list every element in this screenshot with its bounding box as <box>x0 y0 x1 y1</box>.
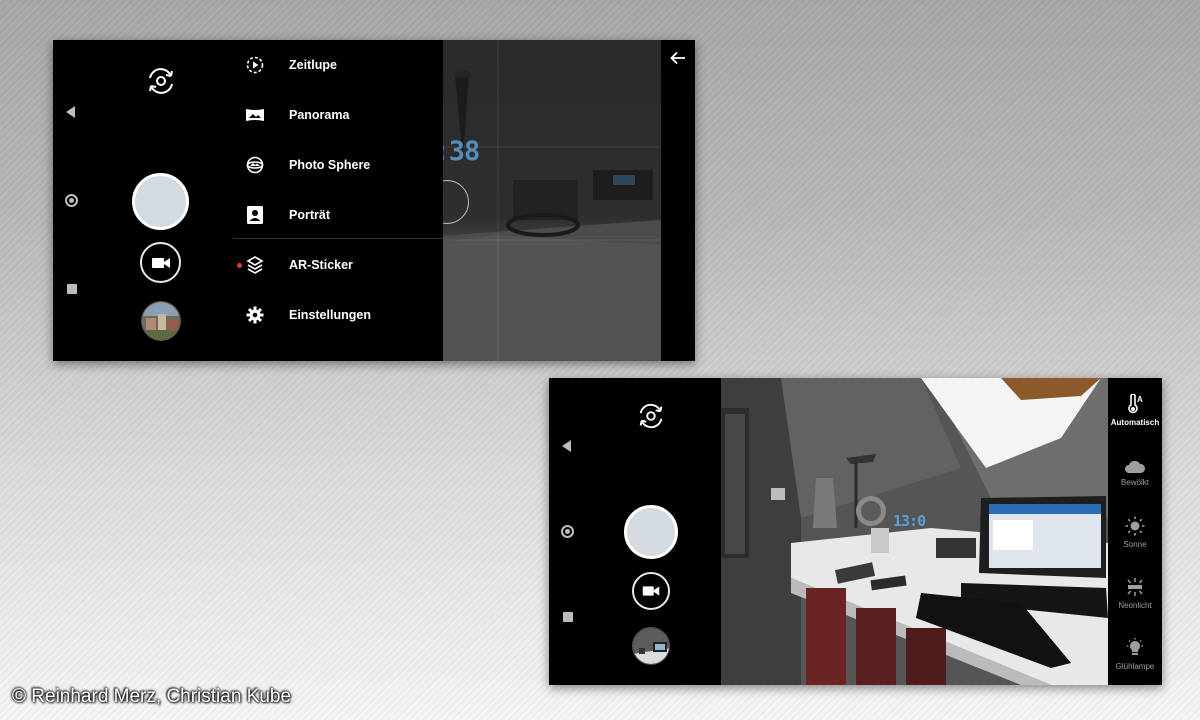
shutter-button[interactable] <box>132 173 189 230</box>
video-mode-button[interactable] <box>140 242 181 283</box>
nav-back-button[interactable] <box>66 106 75 118</box>
wb-label: Automatisch <box>1110 418 1160 427</box>
nav-home-button[interactable] <box>561 525 574 538</box>
nav-back-button[interactable] <box>562 440 571 452</box>
wb-option-fluorescent[interactable]: Neonlicht <box>1108 573 1162 623</box>
menu-item-label: AR-Sticker <box>289 258 353 272</box>
slow-motion-icon <box>245 55 265 75</box>
gallery-thumbnail[interactable] <box>632 627 670 665</box>
menu-item-label: Panorama <box>289 108 350 122</box>
viewfinder-scene <box>721 378 1108 685</box>
menu-item-label: Einstellungen <box>289 308 371 322</box>
menu-item-ar-sticker[interactable]: AR-Sticker <box>233 245 443 285</box>
photo-sphere-icon <box>245 155 265 175</box>
video-mode-button[interactable] <box>632 572 670 610</box>
viewfinder[interactable]: 13:0 <box>721 378 1108 685</box>
wb-label: Neonlicht <box>1118 601 1152 610</box>
menu-divider <box>233 238 443 239</box>
wb-option-sunny[interactable]: Sonne <box>1108 512 1162 562</box>
gallery-thumbnail[interactable] <box>141 301 181 341</box>
wb-label: Bewölkt <box>1120 478 1149 487</box>
videocam-icon <box>642 586 660 596</box>
cloud-icon <box>1125 460 1146 473</box>
wb-option-cloudy[interactable]: Bewölkt <box>1108 450 1162 500</box>
fluorescent-icon <box>1127 578 1143 596</box>
copyright-credit: © Reinhard Merz, Christian Kube <box>12 686 292 707</box>
back-arrow-icon[interactable] <box>670 51 686 65</box>
white-balance-panel: A Automatisch Bewölkt Sonne Neonlicht Gl… <box>1108 378 1162 685</box>
menu-item-label: Zeitlupe <box>289 58 337 72</box>
wb-label: Sonne <box>1123 540 1147 549</box>
nav-recents-button[interactable] <box>563 612 573 622</box>
wb-option-auto[interactable]: A Automatisch <box>1108 390 1162 440</box>
auto-wb-icon: A <box>1128 394 1143 414</box>
digital-clock-text: 13:0 <box>893 512 926 530</box>
nav-recents-button[interactable] <box>67 284 77 294</box>
switch-camera-icon[interactable] <box>144 64 178 98</box>
camera-screen-white-balance: 13:0 A Automatisch Bewölkt Sonne Neonlic… <box>549 378 1162 685</box>
menu-item-photo-sphere[interactable]: Photo Sphere <box>233 145 443 185</box>
system-nav-bar <box>549 378 589 685</box>
shutter-button[interactable] <box>624 505 678 559</box>
wb-label: Glühlampe <box>1115 662 1155 671</box>
menu-item-panorama[interactable]: Panorama <box>233 95 443 135</box>
menu-item-label: Photo Sphere <box>289 158 371 172</box>
menu-item-label: Porträt <box>289 208 330 222</box>
panorama-icon <box>245 105 265 125</box>
side-panel <box>661 40 695 361</box>
ar-sticker-icon <box>245 255 265 275</box>
wb-option-incandescent[interactable]: Glühlampe <box>1108 634 1162 684</box>
new-badge-dot <box>237 263 242 268</box>
switch-camera-icon[interactable] <box>635 400 667 432</box>
settings-icon <box>245 305 265 325</box>
mode-menu: Zeitlupe Panorama Photo Sphere Porträt A… <box>233 40 443 361</box>
camera-controls <box>589 378 721 685</box>
camera-controls <box>93 40 233 361</box>
sun-icon <box>1125 516 1145 536</box>
system-nav-bar <box>53 40 93 361</box>
menu-item-slow-motion[interactable]: Zeitlupe <box>233 45 443 85</box>
nav-home-button[interactable] <box>65 194 78 207</box>
svg-text:A: A <box>1137 395 1143 404</box>
menu-item-settings[interactable]: Einstellungen <box>233 295 443 335</box>
portrait-icon <box>245 205 265 225</box>
camera-screen-mode-menu: 15:38 Zeitlupe Panorama Photo Sphere <box>53 40 695 361</box>
videocam-icon <box>151 257 170 268</box>
menu-item-portrait[interactable]: Porträt <box>233 195 443 235</box>
bulb-icon <box>1127 638 1143 655</box>
